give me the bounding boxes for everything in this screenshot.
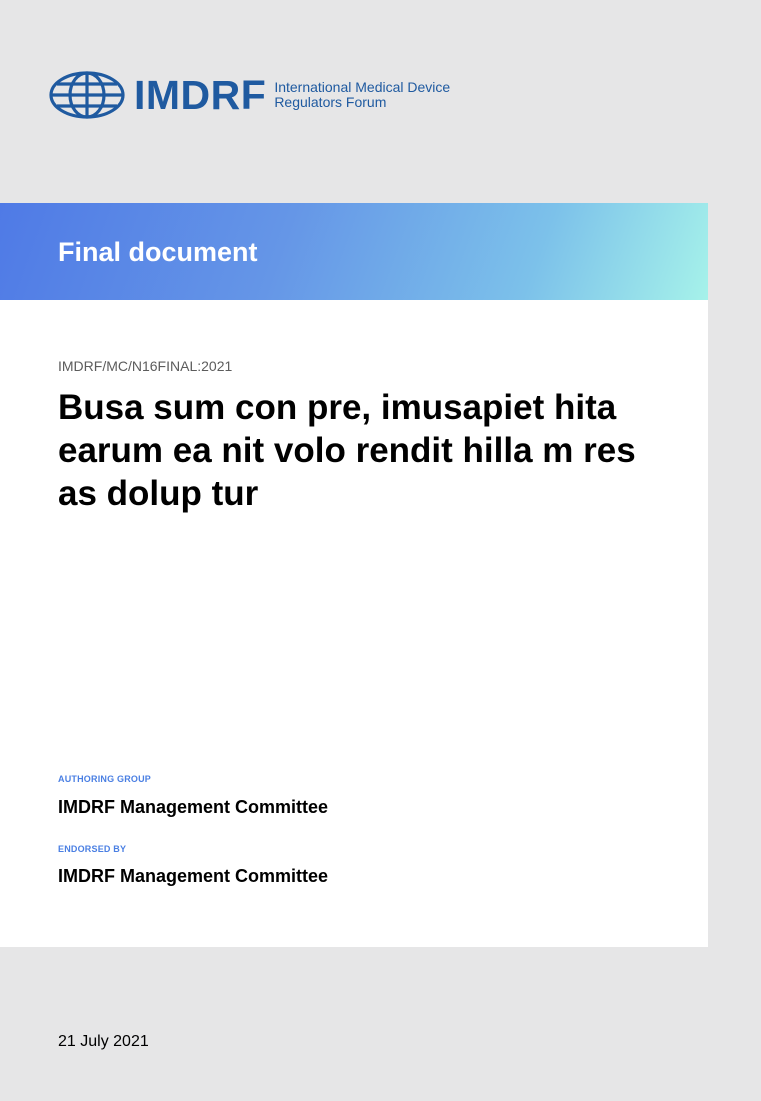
logo-wordmark: IMDRF <box>134 71 267 118</box>
document-title: Busa sum con pre, imusapiet hita earum e… <box>58 388 636 513</box>
authoring-group-value: IMDRF Management Committee <box>58 797 329 817</box>
banner-title: Final document <box>58 237 258 267</box>
imdrf-logo: IMDRF International Medical Device Regul… <box>48 70 514 120</box>
logo-subtitle: International Medical Device Regulators … <box>274 80 514 110</box>
document-info-card: IMDRF/MC/N16FINAL:2021 Busa sum con pre,… <box>0 300 708 947</box>
logo-subtitle-line1: International Medical Device <box>274 79 451 95</box>
endorsed-by-value: IMDRF Management Committee <box>58 866 329 886</box>
publication-date: 21 July 2021 <box>58 1033 149 1050</box>
logo-subtitle-line2: Regulators Forum <box>274 94 387 110</box>
document-code: IMDRF/MC/N16FINAL:2021 <box>58 358 233 374</box>
document-cover-page: IMDRF International Medical Device Regul… <box>0 0 761 1101</box>
endorsed-by-label: ENDORSED BY <box>58 844 127 854</box>
authoring-group-label: AUTHORING GROUP <box>58 774 151 784</box>
globe-icon <box>49 71 125 119</box>
final-document-banner: Final document <box>0 203 708 300</box>
